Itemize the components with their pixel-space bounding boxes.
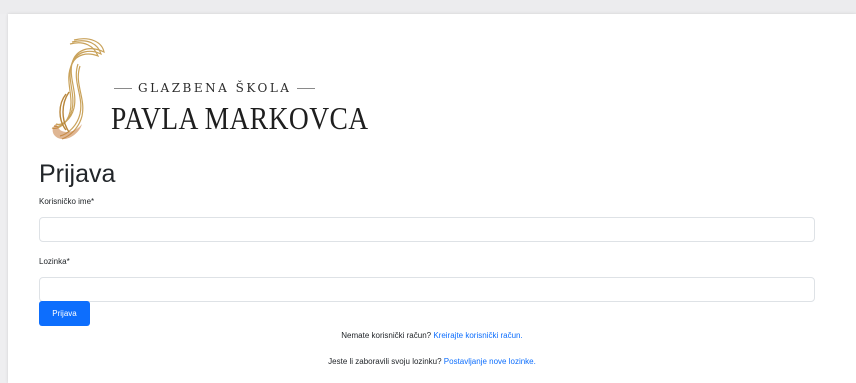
top-strip	[0, 0, 856, 14]
login-button[interactable]: Prijava	[39, 301, 90, 326]
login-card: GLAZBENA ŠKOLA PAVLA MARKOVCA Prijava Ko…	[8, 14, 856, 383]
music-ribbon-logo-icon	[51, 38, 105, 140]
create-account-line: Nemate korisnički račun? Kreirajte koris…	[8, 331, 856, 340]
password-input[interactable]	[39, 277, 815, 302]
school-logo: GLAZBENA ŠKOLA PAVLA MARKOVCA	[44, 34, 374, 146]
forgot-password-text: Jeste li zaboravili svoju lozinku?	[328, 357, 442, 366]
password-label: Lozinka*	[39, 257, 70, 266]
username-input[interactable]	[39, 217, 815, 242]
forgot-password-line: Jeste li zaboravili svoju lozinku? Posta…	[8, 357, 856, 366]
logo-school-name: PAVLA MARKOVCA	[111, 100, 369, 136]
create-account-link[interactable]: Kreirajte korisnički račun.	[433, 331, 522, 340]
username-label: Korisničko ime*	[39, 197, 95, 206]
page-title: Prijava	[39, 160, 116, 188]
logo-dash-left	[114, 87, 132, 89]
no-account-text: Nemate korisnički račun?	[341, 331, 432, 340]
logo-subtitle: GLAZBENA ŠKOLA	[114, 81, 374, 95]
logo-dash-right	[297, 87, 316, 89]
logo-subtitle-text: GLAZBENA ŠKOLA	[138, 81, 292, 95]
reset-password-link[interactable]: Postavljanje nove lozinke.	[444, 357, 536, 366]
